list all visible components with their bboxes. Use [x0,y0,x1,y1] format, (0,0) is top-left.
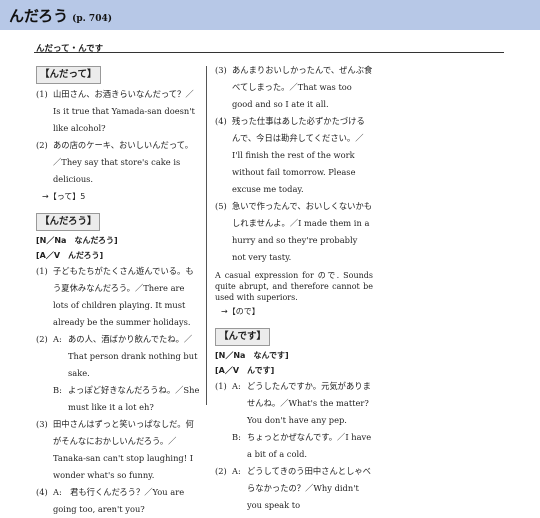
dialogue-line: A: どうしたんですか。元気がありませんね。／What's the matter?… [232,378,373,429]
example-text: A: 君も行くんだろう？／You are going too, aren't y… [53,487,185,514]
page-title: んだろう (p. 704) [9,5,112,26]
right-column: (3) あんまりおいしかったんで、ぜんぶ食べてしまった。／That was too… [215,62,373,514]
dialogue-text: よっぽど好きなんだろうね。／She must like it a lot eh? [68,385,200,412]
dialogue-text: ちょっとかぜなんです。／I have a bit of a cold. [247,432,372,459]
example-text: 山田さん、お酒きらいなんだって？／Is it true that Yamada-… [53,89,195,133]
header-band: んだろう (p. 704) [0,0,540,30]
example-number: (2) [36,140,48,150]
pattern-line: [N／Na なんです] [215,351,289,360]
speaker-label: B: [53,385,62,395]
example-number: (1) [215,381,227,391]
example-item: (2) A: どうしてきのう田中さんとしゃべらなかったの？／Why didn't … [215,463,373,514]
example-item: (3) 田中さんはずっと笑いっぱなしだ。何がそんなにおかしいんだろう。／Tanak… [36,416,200,484]
example-item: (4) 残った仕事はあした必ずかたづけるんで、今日は勘弁してください。／I'll … [215,113,373,198]
example-number: (3) [36,419,48,429]
pattern-line: [A／V んです] [215,366,275,375]
pattern-line: [A／V んだろう] [36,251,104,260]
example-item: (5) 急いで作ったんで、おいしくないかもしれませんよ。／I made them … [215,198,373,266]
example-item: (1) 子どもたちがたくさん遊んでいる。もう夏休みなんだろう。／There are… [36,263,200,331]
example-text: あの店のケーキ、おいしいんだって。／They say that store's … [53,140,194,184]
section-heading-label: んだろう [49,216,87,227]
example-item: (1) 山田さん、お酒きらいなんだって？／Is it true that Yama… [36,86,200,137]
example-text: あんまりおいしかったんで、ぜんぶ食べてしまった。／That was too go… [232,65,373,109]
column-divider [206,66,207,405]
section-heading-label: んだって [49,69,88,80]
left-column: 【んだって】 (1) 山田さん、お酒きらいなんだって？／Is it true th… [36,62,200,518]
dialogue-text: あの人、酒ばかり飲んでたね。／That person drank nothing… [68,334,198,378]
speaker-label: B: [232,432,241,442]
title-text: んだろう [9,7,69,25]
section-heading-ndatte: 【んだって】 [36,66,101,84]
speaker-label: A: [53,334,62,344]
dialogue-text: どうしたんですか。元気がありませんね。／What's the matter? Y… [247,381,371,425]
dialogue-text: どうしてきのう田中さんとしゃべらなかったの？／Why didn't you sp… [247,466,371,510]
example-number: (5) [215,201,227,211]
example-number: (1) [36,89,48,99]
example-item: (2) あの店のケーキ、おいしいんだって。／They say that store… [36,137,200,188]
example-number: (2) [36,334,48,344]
pattern-line: [N／Na なんだろう] [36,236,118,245]
example-text: 急いで作ったんで、おいしくないかもしれませんよ。／I made them in … [232,201,373,262]
example-item: (4) A: 君も行くんだろう？／You are going too, aren'… [36,484,200,518]
dialogue-line: B: ちょっとかぜなんです。／I have a bit of a cold. [232,429,373,463]
example-item: (2) A: あの人、酒ばかり飲んでたね。／That person drank n… [36,331,200,416]
example-item: (3) あんまりおいしかったんで、ぜんぶ食べてしまった。／That was too… [215,62,373,113]
heading-rule [34,52,504,53]
dialogue-line: B: よっぽど好きなんだろうね。／She must like it a lot e… [53,382,200,416]
example-text: 子どもたちがたくさん遊んでいる。もう夏休みなんだろう。／There are lo… [53,266,194,327]
example-item: (1) A: どうしたんですか。元気がありませんね。／What's the mat… [215,378,373,463]
example-number: (3) [215,65,227,75]
section-heading-ndesu: 【んです】 [215,328,271,346]
example-number: (4) [215,116,227,126]
dialogue-line: A: あの人、酒ばかり飲んでたね。／That person drank nothi… [53,331,200,382]
example-text: 残った仕事はあした必ずかたづけるんで、今日は勘弁してください。／I'll fin… [232,116,365,194]
speaker-label: A: [232,381,241,391]
example-text: 田中さんはずっと笑いっぱなしだ。何がそんなにおかしいんだろう。／Tanaka-s… [53,419,194,480]
dialogue-line: A: どうしてきのう田中さんとしゃべらなかったの？／Why didn't you … [232,463,373,514]
usage-note: A casual expression for ので. Sounds quite… [215,271,373,302]
example-number: (2) [215,466,227,476]
page-reference: (p. 704) [72,14,112,24]
speaker-label: A: [232,466,241,476]
example-number: (1) [36,266,48,276]
section-heading-label: んです [228,331,257,342]
cross-reference: →【ので】 [221,307,260,316]
cross-reference: →【って】5 [42,192,86,201]
section-heading-ndarou: 【んだろう】 [36,213,101,231]
example-number: (4) [36,487,48,497]
